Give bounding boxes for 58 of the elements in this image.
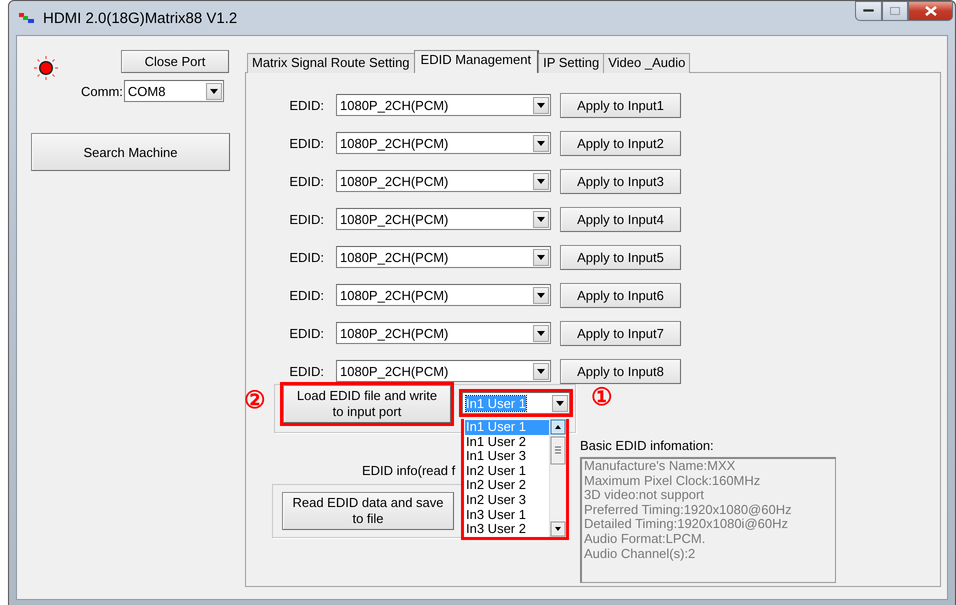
edid-label: EDID: (288, 174, 325, 188)
app-logo-icon (19, 12, 35, 24)
scroll-down-button[interactable] (550, 520, 566, 537)
edid-label: EDID: (288, 136, 325, 150)
edid-dropdown[interactable]: 1080P_2CH(PCM) (336, 94, 551, 116)
close-button[interactable] (908, 1, 953, 21)
edid-dropdown[interactable]: 1080P_2CH(PCM) (336, 322, 551, 344)
tab[interactable]: Matrix Signal Route Setting (247, 53, 415, 73)
apply-button[interactable]: Apply to Input3 (560, 168, 681, 194)
close-port-button[interactable]: Close Port (121, 50, 229, 73)
apply-button[interactable]: Apply to Input8 (560, 358, 681, 384)
edid-dropdown[interactable]: 1080P_2CH(PCM) (336, 360, 551, 382)
apply-button[interactable]: Apply to Input7 (560, 320, 681, 346)
edid-label: EDID: (288, 98, 325, 112)
scroll-thumb[interactable] (550, 436, 566, 466)
apply-button[interactable]: Apply to Input6 (560, 282, 681, 308)
edid-dropdown[interactable]: 1080P_2CH(PCM) (336, 208, 551, 230)
dropdown-option[interactable]: In3 User 2 (465, 522, 549, 537)
edid-label: EDID: (288, 250, 325, 264)
edid-label: EDID: (288, 326, 325, 340)
edid-info-label: EDID info(read f (362, 463, 456, 479)
annotation-marker: ① (591, 386, 613, 410)
window-title: HDMI 2.0(18G)Matrix88 V1.2 (43, 10, 238, 26)
edid-label: EDID: (288, 288, 325, 302)
dropdown-option[interactable]: In1 User 2 (465, 434, 549, 450)
edid-dropdown[interactable]: 1080P_2CH(PCM) (336, 132, 551, 154)
minimize-button[interactable] (855, 1, 882, 21)
minimize-icon (863, 9, 874, 13)
apply-button[interactable]: Apply to Input2 (560, 130, 681, 156)
basic-info-label: Basic EDID infomation: (580, 438, 715, 453)
annotation-marker: ② (244, 389, 266, 413)
close-icon (924, 6, 936, 16)
edid-label: EDID: (288, 212, 325, 226)
dropdown-option[interactable]: In2 User 1 (465, 464, 549, 478)
tab[interactable]: Video _Audio (603, 53, 690, 73)
read-edid-button[interactable]: Read EDID data and save to file (282, 492, 454, 530)
load-edid-button[interactable]: Load EDID file and write to input port (283, 385, 451, 423)
dropdown-option[interactable]: In2 User 2 (465, 478, 549, 493)
maximize-button[interactable] (882, 1, 908, 21)
apply-button[interactable]: Apply to Input4 (560, 206, 681, 232)
dropdown-option[interactable]: In2 User 3 (465, 492, 549, 508)
scrollbar[interactable] (549, 419, 566, 537)
tab[interactable]: IP Setting (538, 53, 604, 73)
edid-dropdown[interactable]: 1080P_2CH(PCM) (336, 284, 551, 306)
comm-port-dropdown[interactable]: COM8 (124, 80, 224, 102)
edid-dropdown[interactable]: 1080P_2CH(PCM) (336, 170, 551, 192)
tab[interactable]: EDID Management (414, 50, 540, 73)
edid-dropdown[interactable]: 1080P_2CH(PCM) (336, 246, 551, 268)
search-machine-button[interactable]: Search Machine (31, 133, 230, 171)
dropdown-option[interactable]: In1 User 3 (465, 449, 549, 464)
maximize-icon (890, 7, 900, 15)
comm-label: Comm: (81, 84, 123, 98)
apply-button[interactable]: Apply to Input1 (560, 92, 681, 118)
dropdown-option[interactable]: In3 User 1 (465, 508, 549, 522)
scroll-up-button[interactable] (550, 419, 566, 435)
edid-info-textarea[interactable]: Manufacture's Name:MXX Maximum Pixel Clock:160MHz 3D video:not support Preferred Timing:1920x1080@60Hz Detailed Timing:1920x1080i@60Hz Audio Format:LPCM. Audio Channel(s):2 (580, 457, 836, 583)
edid-label: EDID: (288, 364, 325, 378)
apply-button[interactable]: Apply to Input5 (560, 244, 681, 270)
